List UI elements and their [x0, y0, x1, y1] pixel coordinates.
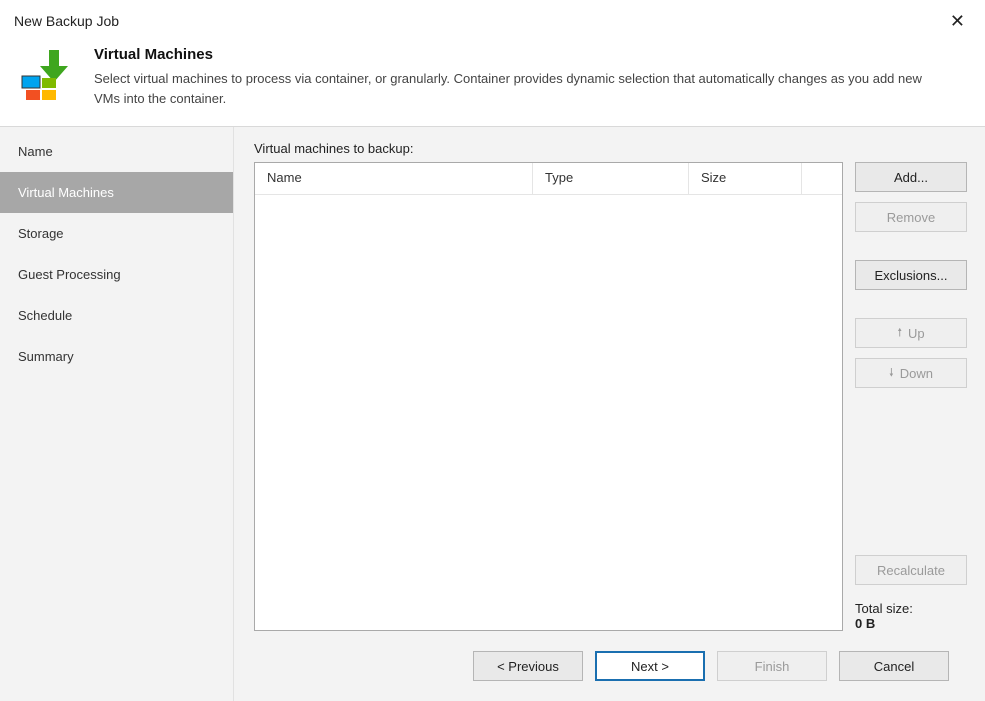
- cancel-button[interactable]: Cancel: [839, 651, 949, 681]
- spacer: [855, 242, 967, 260]
- wizard-body: Name Virtual Machines Storage Guest Proc…: [0, 126, 985, 701]
- move-down-label: Down: [900, 366, 933, 381]
- content-row: Name Type Size Add... Remove Exclusions.…: [254, 162, 967, 631]
- sidebar-item-virtual-machines[interactable]: Virtual Machines: [0, 172, 233, 213]
- sidebar-item-schedule[interactable]: Schedule: [0, 295, 233, 336]
- titlebar: New Backup Job ✕: [0, 0, 985, 40]
- wizard-header: Virtual Machines Select virtual machines…: [0, 40, 985, 126]
- move-down-button[interactable]: 🠗 Down: [855, 358, 967, 388]
- move-up-label: Up: [908, 326, 925, 341]
- recalculate-button[interactable]: Recalculate: [855, 555, 967, 585]
- sidebar-item-summary[interactable]: Summary: [0, 336, 233, 377]
- vm-table[interactable]: Name Type Size: [254, 162, 843, 631]
- sidebar-item-storage[interactable]: Storage: [0, 213, 233, 254]
- wizard-footer: < Previous Next > Finish Cancel: [254, 631, 967, 701]
- vm-list-label: Virtual machines to backup:: [254, 141, 967, 156]
- total-size-value: 0 B: [855, 616, 967, 631]
- wizard-step-icon: [20, 48, 74, 102]
- spacer: [855, 398, 967, 555]
- vm-table-body: [255, 195, 842, 630]
- total-size-label: Total size:: [855, 601, 967, 616]
- side-buttons: Add... Remove Exclusions... 🠕 Up 🠗 Down …: [855, 162, 967, 631]
- wizard-window: New Backup Job ✕ Virtual Machines Select…: [0, 0, 985, 701]
- arrow-up-icon: 🠕: [897, 324, 902, 343]
- wizard-steps-sidebar: Name Virtual Machines Storage Guest Proc…: [0, 127, 234, 701]
- move-up-button[interactable]: 🠕 Up: [855, 318, 967, 348]
- column-header-extra: [802, 163, 842, 194]
- column-header-size[interactable]: Size: [689, 163, 802, 194]
- next-button[interactable]: Next >: [595, 651, 705, 681]
- remove-button[interactable]: Remove: [855, 202, 967, 232]
- exclusions-button[interactable]: Exclusions...: [855, 260, 967, 290]
- vm-table-header: Name Type Size: [255, 163, 842, 195]
- sidebar-item-guest-processing[interactable]: Guest Processing: [0, 254, 233, 295]
- arrow-down-icon: 🠗: [889, 364, 894, 383]
- spacer: [855, 300, 967, 318]
- wizard-content: Virtual machines to backup: Name Type Si…: [234, 127, 985, 701]
- window-title: New Backup Job: [14, 13, 119, 29]
- wizard-step-title: Virtual Machines: [94, 46, 934, 63]
- add-button[interactable]: Add...: [855, 162, 967, 192]
- column-header-type[interactable]: Type: [533, 163, 689, 194]
- total-size: Total size: 0 B: [855, 601, 967, 631]
- wizard-header-text: Virtual Machines Select virtual machines…: [94, 46, 934, 108]
- wizard-step-description: Select virtual machines to process via c…: [94, 69, 934, 108]
- previous-button[interactable]: < Previous: [473, 651, 583, 681]
- close-icon[interactable]: ✕: [942, 8, 973, 34]
- sidebar-item-name[interactable]: Name: [0, 131, 233, 172]
- finish-button[interactable]: Finish: [717, 651, 827, 681]
- column-header-name[interactable]: Name: [255, 163, 533, 194]
